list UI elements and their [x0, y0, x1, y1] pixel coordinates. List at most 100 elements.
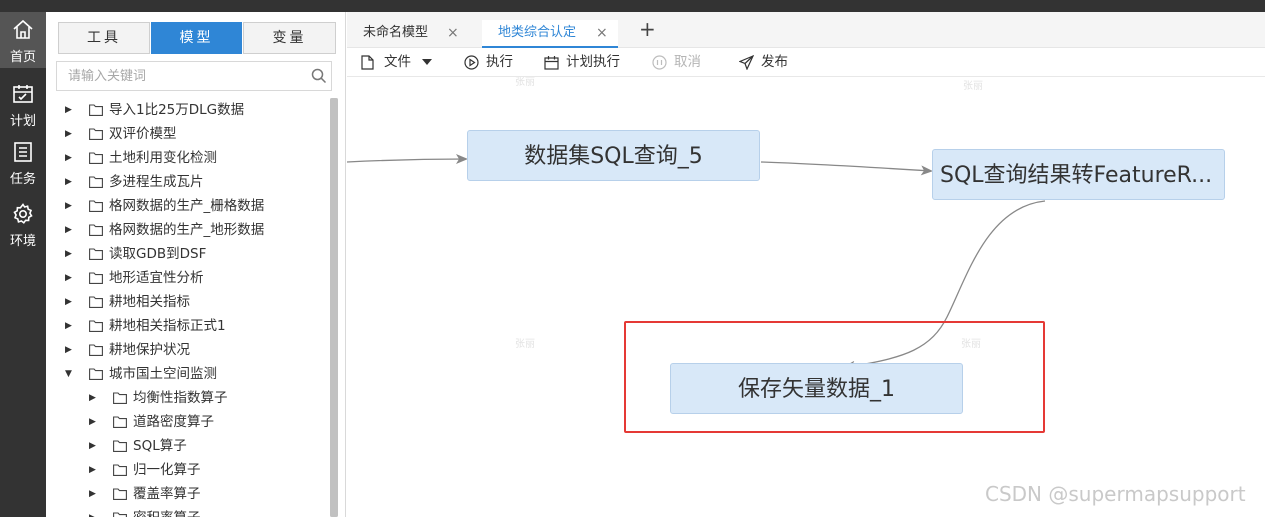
folder-icon	[113, 440, 127, 452]
caret-right-icon[interactable]: ▶	[65, 170, 75, 194]
folder-icon	[113, 512, 127, 517]
tree-item[interactable]: ▶ 均衡性指数算子	[46, 386, 330, 410]
folder-icon	[113, 392, 127, 404]
nav-item-plan[interactable]: 计划	[0, 76, 46, 132]
caret-right-icon[interactable]: ▶	[65, 194, 75, 218]
tree-item[interactable]: ▶ 耕地相关指标	[46, 290, 330, 314]
caret-right-icon[interactable]: ▶	[65, 218, 75, 242]
caret-right-icon[interactable]: ▶	[65, 314, 75, 338]
caret-right-icon[interactable]: ▶	[89, 506, 99, 517]
caret-right-icon[interactable]: ▶	[89, 458, 99, 482]
folder-icon	[113, 416, 127, 428]
tree-item-label: SQL算子	[133, 438, 187, 454]
folder-icon	[113, 464, 127, 476]
scrollbar-thumb[interactable]	[330, 98, 338, 517]
nav-item-home[interactable]: 首页	[0, 12, 46, 68]
tree-item-label: 土地利用变化检测	[109, 150, 217, 166]
tree-item[interactable]: ▶ 土地利用变化检测	[46, 146, 330, 170]
chevron-down-icon	[422, 59, 432, 65]
tree-item-label: 耕地相关指标正式1	[109, 318, 226, 334]
caret-right-icon[interactable]: ▶	[89, 482, 99, 506]
nav-item-task[interactable]: 任务	[0, 134, 46, 190]
node-sql-query[interactable]: 数据集SQL查询_5	[467, 130, 760, 181]
tree-item[interactable]: ▶ 格网数据的生产_栅格数据	[46, 194, 330, 218]
tree-item[interactable]: ▶ 双评价模型	[46, 122, 330, 146]
watermark: 张丽	[515, 77, 535, 88]
add-tab-button[interactable]: +	[639, 17, 656, 41]
tree-item-label: 耕地保护状况	[109, 342, 190, 358]
tree-item[interactable]: ▶ 归一化算子	[46, 458, 330, 482]
csdn-credit: CSDN @supermapsupport	[985, 482, 1246, 506]
caret-right-icon[interactable]: ▶	[65, 242, 75, 266]
calendar-icon	[544, 56, 559, 70]
run-label: 执行	[486, 54, 513, 70]
tab-variables[interactable]: 变量	[243, 22, 336, 54]
folder-icon	[89, 128, 103, 140]
folder-icon	[89, 248, 103, 260]
cancel-icon	[652, 55, 667, 70]
tree-item-label: 地形适宜性分析	[109, 270, 204, 286]
folder-icon	[89, 152, 103, 164]
tree-item-label: 导入1比25万DLG数据	[109, 102, 245, 118]
doc-tab-untitled[interactable]: 未命名模型 ×	[347, 20, 469, 48]
doc-tab-land-class[interactable]: 地类综合认定 ×	[482, 20, 618, 48]
tree-item[interactable]: ▶ 覆盖率算子	[46, 482, 330, 506]
cancel-button[interactable]: 取消	[652, 48, 712, 77]
tree-item[interactable]: ▶ 道路密度算子	[46, 410, 330, 434]
caret-right-icon[interactable]: ▶	[65, 146, 75, 170]
tab-models[interactable]: 模型	[151, 22, 242, 54]
search-input[interactable]	[57, 62, 303, 90]
folder-icon	[89, 344, 103, 356]
close-icon[interactable]: ×	[447, 20, 459, 46]
close-icon[interactable]: ×	[596, 20, 608, 46]
folder-icon	[89, 224, 103, 236]
tree-item-label: 归一化算子	[133, 462, 201, 478]
folder-icon	[89, 176, 103, 188]
tree-item-label: 格网数据的生产_地形数据	[109, 222, 265, 238]
tree-item[interactable]: ▶ 耕地保护状况	[46, 338, 330, 362]
panel-tabs: 工具 模型 变量	[58, 22, 336, 54]
folder-icon	[113, 488, 127, 500]
model-tree: ▶ 导入1比25万DLG数据 ▶ 双评价模型 ▶ 土地利用变化检测 ▶ 多进程生成瓦片 ▶ 格网数…	[46, 98, 330, 517]
caret-right-icon[interactable]: ▶	[65, 338, 75, 362]
schedule-label: 计划执行	[566, 54, 620, 70]
caret-right-icon[interactable]: ▶	[89, 386, 99, 410]
file-menu-button[interactable]: 文件	[361, 48, 441, 77]
publish-button[interactable]: 发布	[739, 48, 799, 77]
caret-right-icon[interactable]: ▶	[65, 122, 75, 146]
cancel-label: 取消	[674, 54, 701, 70]
tree-item-label: 密积率算子	[133, 506, 201, 517]
tree-item-label: 多进程生成瓦片	[109, 174, 204, 190]
tree-item[interactable]: ▶ 地形适宜性分析	[46, 266, 330, 290]
model-canvas[interactable]: 张丽 张丽 张丽 张丽 张丽 数据集SQL查询_5 SQL查询结果转Featur…	[347, 77, 1265, 517]
tree-item[interactable]: ▶ SQL算子	[46, 434, 330, 458]
caret-right-icon[interactable]: ▶	[65, 290, 75, 314]
tab-tools[interactable]: 工具	[58, 22, 150, 54]
tree-item[interactable]: ▶ 耕地相关指标正式1	[46, 314, 330, 338]
caret-right-icon[interactable]: ▶	[89, 434, 99, 458]
document-tabs: 未命名模型 × 地类综合认定 × +	[347, 12, 1265, 48]
node-to-feature[interactable]: SQL查询结果转FeatureR...	[932, 149, 1225, 200]
tree-item[interactable]: ▶ 导入1比25万DLG数据	[46, 98, 330, 122]
tree-item[interactable]: ▶ 读取GDB到DSF	[46, 242, 330, 266]
run-button[interactable]: 执行	[464, 48, 524, 77]
tree-item[interactable]: ▼ 城市国土空间监测	[46, 362, 330, 386]
caret-down-icon[interactable]: ▼	[65, 362, 75, 386]
caret-right-icon[interactable]: ▶	[89, 410, 99, 434]
schedule-run-button[interactable]: 计划执行	[544, 48, 634, 77]
tree-item[interactable]: ▶ 格网数据的生产_地形数据	[46, 218, 330, 242]
search-icon[interactable]	[311, 68, 327, 84]
caret-right-icon[interactable]: ▶	[65, 98, 75, 122]
tree-scrollbar[interactable]	[330, 98, 338, 517]
tree-item[interactable]: ▶ 多进程生成瓦片	[46, 170, 330, 194]
folder-icon	[89, 200, 103, 212]
tree-item-label: 道路密度算子	[133, 414, 214, 430]
tree-item-label: 覆盖率算子	[133, 486, 201, 502]
file-label: 文件	[384, 54, 411, 70]
caret-right-icon[interactable]: ▶	[65, 266, 75, 290]
tree-item[interactable]: ▶ 密积率算子	[46, 506, 330, 517]
list-icon	[14, 142, 32, 162]
nav-item-env[interactable]: 环境	[0, 196, 46, 252]
tree-item-label: 耕地相关指标	[109, 294, 190, 310]
folder-icon	[89, 368, 103, 380]
